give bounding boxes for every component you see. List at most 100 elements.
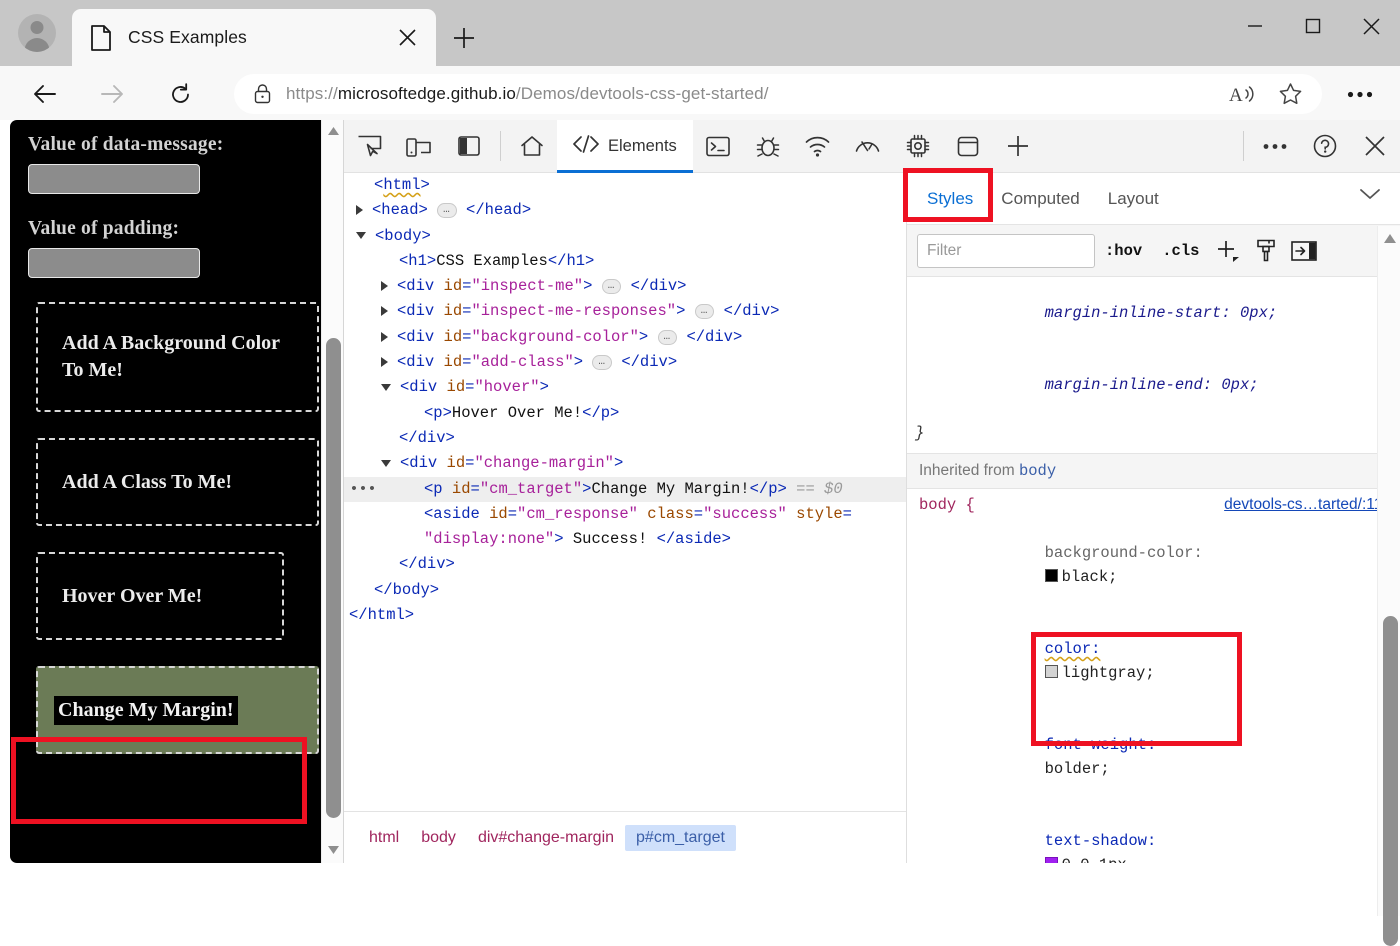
page-scrollbar[interactable] (321, 120, 343, 863)
dom-node[interactable]: <div id="background-color"> … </div> (344, 325, 906, 350)
styles-scroll-down-arrow[interactable] (1378, 890, 1400, 914)
tab-memory-icon[interactable] (893, 120, 943, 173)
window-close-icon[interactable] (1342, 0, 1400, 52)
maximize-icon[interactable] (1284, 0, 1342, 52)
breadcrumb-item-1[interactable]: body (410, 825, 467, 851)
chevron-down-icon[interactable] (1359, 187, 1381, 206)
dom-node[interactable]: <html> (344, 173, 906, 198)
add-class-box[interactable]: Add A Class To Me! (36, 438, 319, 526)
decl-margin-inline-end-value[interactable]: 0px; (1221, 376, 1258, 394)
browser-tab[interactable]: CSS Examples (72, 9, 436, 66)
tab-layout[interactable]: Layout (1094, 183, 1173, 215)
breadcrumb-item-2[interactable]: div#change-margin (467, 825, 625, 851)
page-scroll-thumb[interactable] (326, 338, 341, 818)
toggle-cls-button[interactable]: .cls (1152, 242, 1209, 260)
inherited-from-source[interactable]: body (1019, 462, 1056, 480)
collapse-arrow-icon[interactable] (381, 459, 391, 467)
dom-node[interactable]: <h1>CSS Examples</h1> (344, 249, 906, 274)
collapse-arrow-icon[interactable] (381, 383, 391, 391)
toggle-sidebar-icon[interactable] (1285, 234, 1323, 268)
dom-node[interactable]: </html> (344, 603, 906, 628)
partial-rule[interactable]: margin-inline-start: 0px; margin-inline-… (907, 277, 1400, 445)
tab-styles[interactable]: Styles (913, 183, 987, 215)
dom-node[interactable]: <aside id="cm_response" class="success" … (344, 502, 906, 527)
dom-tree[interactable]: <html> <head> … </head> <body> <h1>CSS Exam… (344, 173, 906, 811)
decl-margin-inline-start-name[interactable]: margin-inline-start (1045, 304, 1222, 322)
decl-text-shadow-name[interactable]: text-shadow: (1045, 832, 1157, 850)
dom-node[interactable]: <p>Hover Over Me!</p> (344, 401, 906, 426)
devtools-more-ellipsis-icon[interactable] (1250, 120, 1300, 173)
tab-computed[interactable]: Computed (987, 183, 1093, 215)
dom-node-selected[interactable]: ••• <p id="cm_target">Change My Margin!</… (344, 476, 906, 502)
inspect-element-icon[interactable] (344, 120, 394, 173)
dom-node[interactable]: <div id="hover"> (344, 375, 906, 400)
expand-arrow-icon[interactable] (356, 205, 363, 216)
breadcrumb[interactable]: html body div#change-margin p#cm_target (344, 811, 906, 863)
expand-arrow-icon[interactable] (381, 281, 388, 292)
dock-side-icon[interactable] (444, 120, 494, 173)
device-emulation-icon[interactable] (394, 120, 444, 173)
decl-font-weight-value[interactable]: bolder; (1045, 760, 1110, 778)
dom-node[interactable]: <div id="change-margin"> (344, 451, 906, 476)
decl-background-color-name[interactable]: background-color: (1045, 544, 1203, 562)
devtools-home-icon[interactable] (507, 120, 557, 173)
decl-color-name[interactable]: color: (1045, 640, 1101, 658)
star-icon[interactable] (1266, 76, 1314, 112)
tab-network-icon[interactable] (793, 120, 843, 173)
styles-filter-input[interactable]: Filter (917, 233, 1095, 268)
styles-scroll-up-arrow[interactable] (1378, 226, 1400, 250)
dom-node[interactable]: <div id="inspect-me"> … </div> (344, 274, 906, 299)
tab-performance-icon[interactable] (843, 120, 893, 173)
profile-button[interactable] (8, 8, 66, 58)
tab-close-icon[interactable] (390, 21, 424, 55)
address-bar[interactable]: https://microsoftedge.github.io/Demos/de… (234, 74, 1322, 114)
decl-margin-inline-start-value[interactable]: 0px; (1240, 304, 1277, 322)
decl-text-shadow-value[interactable]: 0 0 1px (1062, 856, 1127, 863)
devtools-help-icon[interactable] (1300, 120, 1350, 173)
color-swatch-black[interactable] (1044, 569, 1058, 582)
expand-arrow-icon[interactable] (381, 306, 388, 317)
devtools-close-icon[interactable] (1350, 120, 1400, 173)
back-button[interactable] (25, 74, 65, 114)
tab-console-icon[interactable] (693, 120, 743, 173)
decl-background-color-value[interactable]: black; (1062, 568, 1118, 586)
new-tab-button[interactable] (444, 18, 484, 58)
browser-settings-ellipsis-icon[interactable] (1336, 74, 1384, 114)
dom-node[interactable]: </div> (344, 426, 906, 451)
dom-node[interactable]: </div> (344, 552, 906, 577)
expand-arrow-icon[interactable] (381, 331, 388, 342)
breadcrumb-item-0[interactable]: html (358, 825, 410, 851)
decl-font-weight-name[interactable]: font-weight: (1045, 736, 1157, 754)
url-text[interactable]: https://microsoftedge.github.io/Demos/de… (286, 84, 1218, 104)
data-message-input[interactable] (28, 164, 200, 194)
scroll-down-arrow[interactable] (322, 839, 343, 861)
dom-node[interactable]: </body> (344, 578, 906, 603)
tab-elements[interactable]: Elements (557, 119, 693, 173)
reload-button[interactable] (160, 74, 200, 114)
read-aloud-icon[interactable]: A (1218, 76, 1266, 112)
color-swatch-lightgray[interactable] (1044, 665, 1058, 678)
tab-sources-debugger-icon[interactable] (743, 120, 793, 173)
dom-node[interactable]: "display:none"> Success! </aside> (344, 527, 906, 552)
background-color-box[interactable]: Add A Background Color To Me! (36, 302, 319, 412)
dom-node[interactable]: <div id="add-class"> … </div> (344, 350, 906, 375)
decl-color-value[interactable]: lightgray; (1062, 664, 1155, 682)
breadcrumb-item-3[interactable]: p#cm_target (625, 824, 736, 851)
dom-node-more-icon[interactable]: ••• (346, 477, 380, 502)
tab-application-icon[interactable] (943, 120, 993, 173)
body-rule[interactable]: body { devtools-cs…tarted/:117 backgroun… (907, 489, 1400, 863)
lock-icon[interactable] (248, 84, 276, 104)
paintbrush-icon[interactable] (1247, 234, 1285, 268)
scroll-up-arrow[interactable] (322, 120, 343, 142)
new-style-rule-plus-icon[interactable] (1209, 234, 1247, 268)
add-panel-plus-icon[interactable] (993, 120, 1043, 173)
hover-box[interactable]: Hover Over Me! (36, 552, 284, 640)
toggle-hov-button[interactable]: :hov (1095, 242, 1152, 260)
minimize-icon[interactable] (1226, 0, 1284, 52)
body-rule-source-link[interactable]: devtools-cs…tarted/:117 (1224, 493, 1391, 517)
collapse-arrow-icon[interactable] (356, 232, 366, 239)
decl-margin-inline-end-name[interactable]: margin-inline-end (1045, 376, 1203, 394)
dom-node[interactable]: <div id="inspect-me-responses"> … </div> (344, 299, 906, 324)
expand-arrow-icon[interactable] (381, 356, 388, 367)
change-margin-box[interactable]: Change My Margin! (36, 666, 319, 754)
